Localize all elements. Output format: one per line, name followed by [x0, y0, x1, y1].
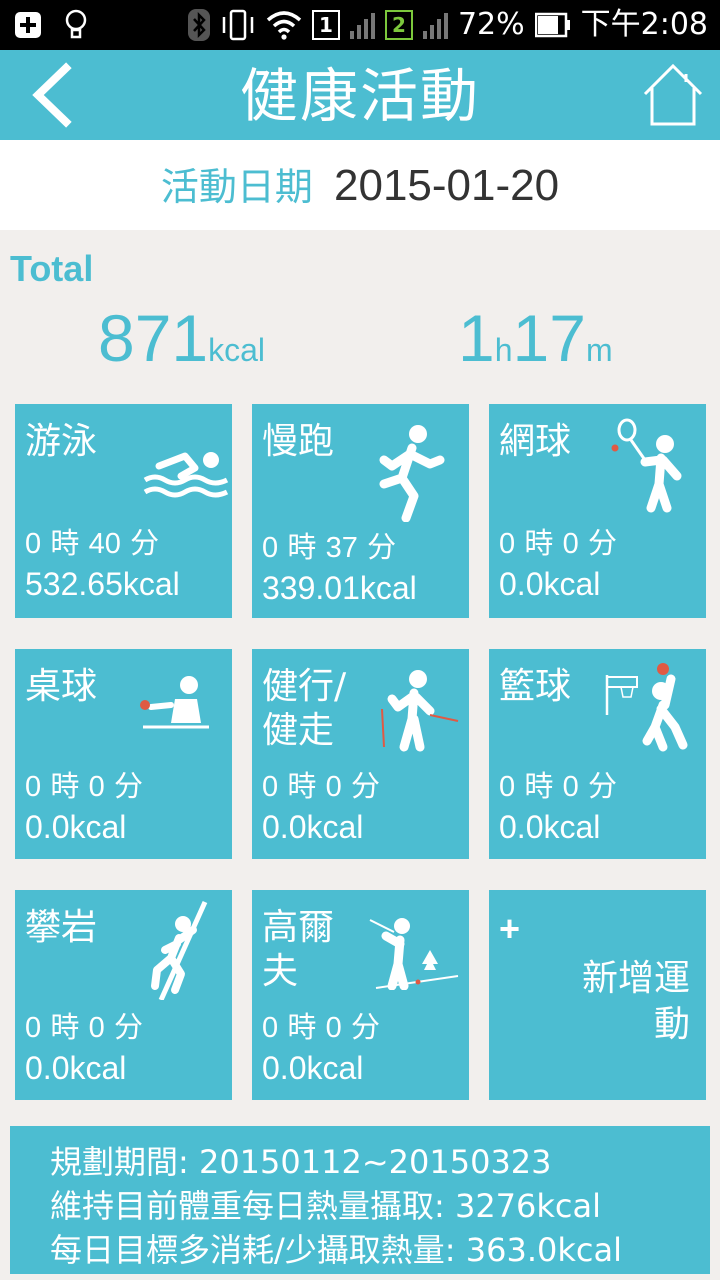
golf-icon: [369, 918, 459, 990]
activity-kcal: 532.65kcal: [25, 566, 180, 602]
date-row[interactable]: 活動日期 2015-01-20: [0, 140, 720, 230]
date-label: 活動日期: [160, 165, 313, 209]
total-kcal: 871kcal: [98, 300, 265, 376]
activity-kcal: 0.0kcal: [262, 809, 364, 845]
activity-time: 0 時 40 分: [25, 526, 160, 560]
running-icon: [379, 425, 445, 522]
activity-name: 籃球: [499, 666, 572, 707]
activity-tile-jogging[interactable]: 慢跑 0 時 37 分 339.01kcal: [252, 404, 469, 618]
activity-tile-tennis[interactable]: 網球 0 時 0 分 0.0kcal: [489, 404, 706, 618]
activity-name: 高爾夫: [262, 907, 335, 992]
sim1-indicator: 1: [311, 10, 340, 40]
activity-kcal: 0.0kcal: [262, 1050, 364, 1086]
total-hours: 1: [458, 301, 495, 375]
minutes-unit: m: [585, 332, 613, 368]
activity-time: 0 時 37 分: [262, 530, 397, 564]
plus-icon: +: [499, 908, 521, 949]
basketball-icon: [605, 663, 688, 752]
table-tennis-icon: [140, 676, 209, 729]
lightbulb-icon: [65, 9, 87, 39]
activity-time: 0 時 0 分: [262, 1010, 380, 1044]
activity-time: 0 時 0 分: [499, 526, 617, 560]
battery-percent: 72%: [457, 7, 525, 42]
activity-kcal: 0.0kcal: [25, 809, 127, 845]
swimming-icon: [143, 452, 229, 498]
activity-name: 健行/健走: [262, 666, 347, 751]
activity-kcal: 0.0kcal: [499, 809, 601, 845]
hours-unit: h: [494, 332, 513, 368]
sim2-indicator: 2: [384, 10, 413, 40]
plan-summary: 規劃期間: 20150112~20150323 維持目前體重每日熱量攝取: 32…: [10, 1126, 710, 1274]
date-value[interactable]: 2015-01-20: [334, 161, 559, 210]
activity-tile-swimming[interactable]: 游泳 0 時 40 分 532.65kcal: [15, 404, 232, 618]
totals-row: 871kcal 1h17m: [0, 300, 720, 380]
page-title: 健康活動: [239, 62, 480, 130]
app-header: 健康活動: [0, 50, 720, 140]
add-icon: [15, 12, 41, 38]
clock: 下午2:08: [580, 7, 708, 42]
status-bar: 1 2 72% 下午2:08: [0, 0, 720, 50]
home-icon: [643, 63, 703, 126]
activity-tile-basketball[interactable]: 籃球 0 時 0 分 0.0kcal: [489, 649, 706, 859]
climbing-icon: [151, 900, 208, 1000]
plan-period: 規劃期間: 20150112~20150323: [50, 1143, 552, 1181]
total-minutes: 17: [512, 301, 586, 375]
activity-name: 慢跑: [262, 421, 335, 462]
activity-time: 0 時 0 分: [25, 1010, 143, 1044]
activity-tile-golf[interactable]: 高爾夫 0 時 0 分 0.0kcal: [252, 890, 469, 1100]
total-kcal-value: 871: [98, 301, 209, 375]
activity-tile-hiking[interactable]: 健行/健走 0 時 0 分 0.0kcal: [252, 649, 469, 859]
home-button[interactable]: [642, 62, 704, 128]
total-kcal-unit: kcal: [208, 332, 266, 368]
total-time: 1h17m: [458, 300, 613, 376]
plan-maintenance-intake: 維持目前體重每日熱量攝取: 3276kcal: [50, 1187, 602, 1225]
activity-name: 網球: [499, 421, 572, 462]
bluetooth-icon: [187, 9, 210, 41]
add-activity-label: 新增運動: [581, 958, 690, 1045]
activity-time: 0 時 0 分: [499, 769, 617, 803]
vibrate-icon: [222, 9, 254, 41]
plan-daily-target: 每日目標多消耗/少攝取熱量: 363.0kcal: [50, 1231, 622, 1269]
battery-icon: [534, 12, 570, 38]
activity-name: 攀岩: [25, 907, 98, 948]
activity-kcal: 339.01kcal: [262, 570, 417, 606]
tennis-icon: [611, 418, 682, 513]
activity-time: 0 時 0 分: [25, 769, 143, 803]
signal-bars-2: [422, 11, 448, 39]
activity-name: 游泳: [25, 421, 98, 462]
signal-bars-1: [349, 11, 375, 39]
activity-tile-climbing[interactable]: 攀岩 0 時 0 分 0.0kcal: [15, 890, 232, 1100]
total-label: Total: [10, 248, 94, 289]
activity-time: 0 時 0 分: [262, 769, 380, 803]
activity-tile-table-tennis[interactable]: 桌球 0 時 0 分 0.0kcal: [15, 649, 232, 859]
activity-name: 桌球: [25, 666, 98, 707]
add-activity-tile[interactable]: + 新增運動: [489, 890, 706, 1100]
wifi-icon: [266, 11, 302, 40]
hiking-icon: [381, 670, 459, 752]
activity-kcal: 0.0kcal: [499, 566, 601, 602]
activity-kcal: 0.0kcal: [25, 1050, 127, 1086]
